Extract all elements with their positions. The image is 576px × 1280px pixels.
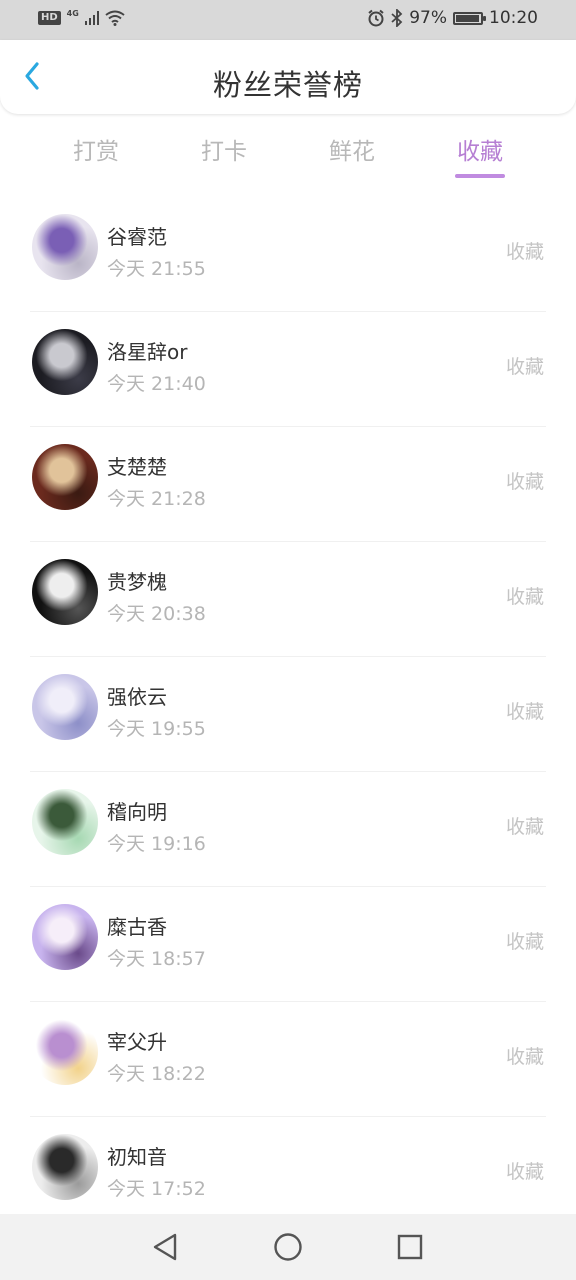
list-item[interactable]: 支楚楚今天 21:28 收藏 [0, 427, 576, 542]
avatar[interactable] [32, 789, 98, 855]
battery-percent: 97% [409, 8, 447, 28]
fan-name: 稽向明 [107, 800, 167, 824]
list-item[interactable]: 谷睿范今天 21:55 收藏 [0, 197, 576, 312]
action-label: 收藏 [505, 701, 544, 723]
fan-timestamp: 今天 18:57 [107, 948, 206, 970]
fan-timestamp: 今天 17:52 [107, 1178, 206, 1200]
fan-name: 洛星辞or [107, 340, 188, 364]
action-label: 收藏 [505, 816, 544, 838]
hd-badge: HD [38, 11, 61, 25]
tab-checkin[interactable]: 打卡 [179, 132, 269, 166]
nav-home-icon [274, 1233, 302, 1261]
bluetooth-icon [391, 9, 403, 27]
list-item[interactable]: 宰父升今天 18:22 收藏 [0, 1002, 576, 1117]
fan-timestamp: 今天 19:55 [107, 718, 206, 740]
tab-tip[interactable]: 打赏 [51, 132, 141, 166]
fan-timestamp: 今天 19:16 [107, 833, 206, 855]
avatar[interactable] [32, 1134, 98, 1200]
action-label: 收藏 [505, 586, 544, 608]
fan-name: 初知音 [107, 1145, 167, 1169]
nav-recents-button[interactable] [394, 1231, 426, 1263]
list-item[interactable]: 强依云今天 19:55 收藏 [0, 657, 576, 772]
clock: 10:20 [489, 8, 538, 28]
fan-name: 贵梦槐 [107, 570, 167, 594]
action-label: 收藏 [505, 1046, 544, 1068]
action-label: 收藏 [505, 241, 544, 263]
fan-name: 糜古香 [107, 915, 167, 939]
avatar[interactable] [32, 329, 98, 395]
status-left: HD 4G [38, 8, 125, 26]
avatar[interactable] [32, 1019, 98, 1085]
nav-back-icon [153, 1233, 177, 1261]
fan-timestamp: 今天 21:55 [107, 258, 206, 280]
nav-home-button[interactable] [272, 1231, 304, 1263]
battery-fill [456, 14, 480, 22]
fan-timestamp: 今天 21:40 [107, 373, 206, 395]
list-item[interactable]: 贵梦槐今天 20:38 收藏 [0, 542, 576, 657]
fan-name: 强依云 [107, 685, 167, 709]
tab-favorites[interactable]: 收藏 [435, 132, 525, 166]
fan-timestamp: 今天 18:22 [107, 1063, 206, 1085]
nav-recents-icon [397, 1234, 423, 1260]
list-item[interactable]: 洛星辞or 今天 21:40 收藏 [0, 312, 576, 427]
system-nav-bar [0, 1214, 576, 1280]
status-bar: HD 4G 97% 10:20 [0, 0, 576, 40]
list-item[interactable]: 稽向明今天 19:16 收藏 [0, 772, 576, 887]
app-header: 粉丝荣誉榜 [0, 40, 576, 114]
list-item[interactable]: 糜古香今天 18:57 收藏 [0, 887, 576, 1002]
wifi-icon [105, 10, 125, 26]
tab-flowers[interactable]: 鲜花 [307, 132, 397, 166]
page-title: 粉丝荣誉榜 [212, 68, 363, 102]
network-type: 4G [66, 8, 79, 18]
tab-bar: 打赏 打卡 鲜花 收藏 [0, 120, 576, 196]
fan-name: 支楚楚 [107, 455, 167, 479]
action-label: 收藏 [505, 931, 544, 953]
avatar[interactable] [32, 559, 98, 625]
avatar[interactable] [32, 214, 98, 280]
avatar[interactable] [32, 674, 98, 740]
alarm-icon [368, 9, 384, 27]
fan-name: 宰父升 [107, 1030, 167, 1054]
fan-name: 谷睿范 [107, 225, 167, 249]
nav-back-button[interactable] [149, 1231, 181, 1263]
fan-timestamp: 今天 21:28 [107, 488, 206, 510]
action-label: 收藏 [505, 356, 544, 378]
status-right: 97% 10:20 [367, 8, 538, 28]
avatar[interactable] [32, 444, 98, 510]
action-label: 收藏 [505, 471, 544, 493]
signal-icon [84, 11, 99, 25]
avatar[interactable] [32, 904, 98, 970]
active-tab-indicator [455, 174, 505, 178]
action-label: 收藏 [505, 1161, 544, 1183]
fan-list: 谷睿范 今天 21:55 收藏 洛星辞or 今天 21:40 收藏 支楚楚 今天 21:28 收… [0, 197, 576, 1232]
battery-icon [453, 11, 486, 25]
fan-timestamp: 今天 20:38 [107, 603, 206, 625]
